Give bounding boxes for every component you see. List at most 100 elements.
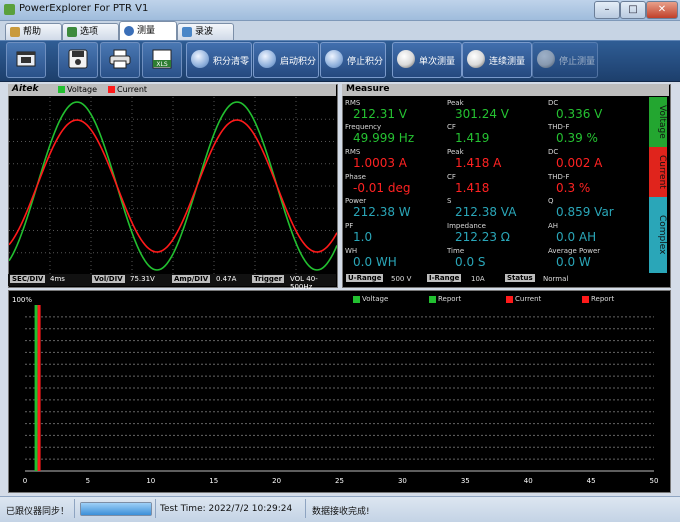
voltage-peak-value: 301.24 V xyxy=(455,107,510,121)
x-tick-label: 35 xyxy=(461,477,470,485)
status-value: Normal xyxy=(543,275,569,283)
harm-voltage-legend: Voltage xyxy=(362,295,389,303)
x-tick-label: 15 xyxy=(209,477,218,485)
fast-forward-icon xyxy=(467,50,485,68)
harm-voltage-swatch xyxy=(353,295,360,303)
help-icon xyxy=(10,26,20,37)
stop-integration-label: 停止积分 xyxy=(347,57,384,67)
voltage-cf-value: 1.419 xyxy=(455,131,490,145)
tab-measure-label: 测量 xyxy=(137,26,156,36)
q-label: Q xyxy=(548,197,554,205)
current-dc-value: 0.002 A xyxy=(556,156,603,170)
open-icon xyxy=(16,51,36,67)
window-title: PowerExplorer For PTR V1 xyxy=(19,3,149,14)
tab-help[interactable]: 帮助 xyxy=(5,23,62,40)
start-integration-label: 启动积分 xyxy=(280,57,317,67)
pf-label: PF xyxy=(345,222,354,230)
app-icon xyxy=(4,4,15,15)
options-icon xyxy=(67,26,77,37)
waveform-footer: SEC/DIV 4ms Vol/DIV 75.31V Amp/DIV 0.47A… xyxy=(8,274,336,291)
excel-export-button[interactable]: XLS xyxy=(142,42,182,78)
current-peak-value: 1.418 A xyxy=(455,156,502,170)
excel-icon-text: XLS xyxy=(156,61,167,68)
vol-div-label: Vol/DIV xyxy=(92,275,125,283)
tab-record-label: 录波 xyxy=(195,27,214,37)
complex-side-tab[interactable]: Complex xyxy=(649,197,667,273)
play-icon xyxy=(397,50,415,68)
current-side-tab[interactable]: Current xyxy=(649,147,667,197)
stop-measure-button[interactable]: 停止测量 xyxy=(532,42,598,78)
trigger-value: VOL 40-500Hz xyxy=(290,275,318,291)
impedance-value: 212.23 Ω xyxy=(455,230,510,244)
y-axis-top-label: 100% xyxy=(12,296,33,304)
print-icon xyxy=(109,49,131,69)
sync-status-text: 已跟仪器同步！ xyxy=(6,507,70,517)
tab-record[interactable]: 录波 xyxy=(177,23,234,40)
waveform-panel xyxy=(8,84,338,288)
play-icon xyxy=(258,50,276,68)
current-cf-label: CF xyxy=(447,173,456,181)
harm-current-report-swatch xyxy=(582,295,589,303)
single-measure-button[interactable]: 单次测量 xyxy=(392,42,462,78)
voltage-rms-value: 212.31 V xyxy=(353,107,408,121)
status-separator xyxy=(155,499,156,518)
stop-icon xyxy=(325,50,343,68)
close-button[interactable]: ✕ xyxy=(646,1,678,19)
status-separator xyxy=(305,499,306,518)
x-tick-label: 20 xyxy=(272,477,281,485)
wh-value: 0.0 WH xyxy=(353,255,397,269)
continuous-measure-button[interactable]: 连续测量 xyxy=(462,42,532,78)
maximize-button[interactable]: □ xyxy=(620,1,646,19)
stop-measure-label: 停止测量 xyxy=(559,57,596,67)
harm-voltage-report-legend: Report xyxy=(438,295,462,303)
record-icon xyxy=(182,26,192,37)
progress-bar xyxy=(80,502,152,516)
harm-current-report-legend: Report xyxy=(591,295,615,303)
harm-current-swatch xyxy=(506,295,513,303)
reset-integration-label: 积分清零 xyxy=(213,57,250,67)
vol-div-value: 75.31V xyxy=(130,275,155,283)
wh-label: WH xyxy=(345,247,358,255)
time-label: Time xyxy=(447,247,465,255)
voltage-thd-value: 0.39 % xyxy=(556,131,598,145)
voltage-freq-value: 49.999 Hz xyxy=(353,131,415,145)
x-tick-label: 10 xyxy=(146,477,155,485)
tab-options[interactable]: 选项 xyxy=(62,23,119,40)
progress-fill xyxy=(81,503,151,515)
tab-measure[interactable]: 测量 xyxy=(119,21,177,41)
voltage-thd-label: THD-F xyxy=(548,123,570,131)
status-label: Status xyxy=(505,274,535,282)
harm-current-legend: Current xyxy=(515,295,542,303)
ah-value: 0.0 AH xyxy=(556,230,597,244)
waveform-header: Aitek Voltage Current xyxy=(8,84,336,96)
x-tick-label: 45 xyxy=(587,477,596,485)
reset-integration-button[interactable]: 积分清零 xyxy=(186,42,252,78)
current-dc-label: DC xyxy=(548,148,559,156)
current-phase-value: -0.01 deg xyxy=(353,181,411,195)
status-message: 数据接收完成! xyxy=(312,507,370,517)
open-button[interactable] xyxy=(6,42,46,78)
start-integration-button[interactable]: 启动积分 xyxy=(253,42,319,78)
status-separator xyxy=(74,499,75,518)
current-legend-label: Current xyxy=(117,85,148,94)
voltage-dc-label: DC xyxy=(548,99,559,107)
minimize-button[interactable]: – xyxy=(594,1,620,19)
current-peak-label: Peak xyxy=(447,148,464,156)
voltage-side-tab[interactable]: Voltage xyxy=(649,97,667,147)
sec-div-label: SEC/DIV xyxy=(10,275,46,283)
print-button[interactable] xyxy=(100,42,140,78)
test-time-text: Test Time: 2022/7/2 10:29:24 xyxy=(160,504,293,514)
x-tick-label: 50 xyxy=(650,477,659,485)
x-tick-label: 40 xyxy=(524,477,533,485)
measure-icon xyxy=(124,25,134,36)
pf-value: 1.0 xyxy=(353,230,373,244)
current-rms-label: RMS xyxy=(345,148,361,156)
average-power-value: 0.0 W xyxy=(556,255,591,269)
pause-icon xyxy=(537,50,555,68)
waveform-chart xyxy=(9,97,337,275)
impedance-label: Impedance xyxy=(447,222,486,230)
stop-integration-button[interactable]: 停止积分 xyxy=(320,42,386,78)
save-button[interactable] xyxy=(58,42,98,78)
tab-help-label: 帮助 xyxy=(23,27,42,37)
x-tick-label: 30 xyxy=(398,477,407,485)
